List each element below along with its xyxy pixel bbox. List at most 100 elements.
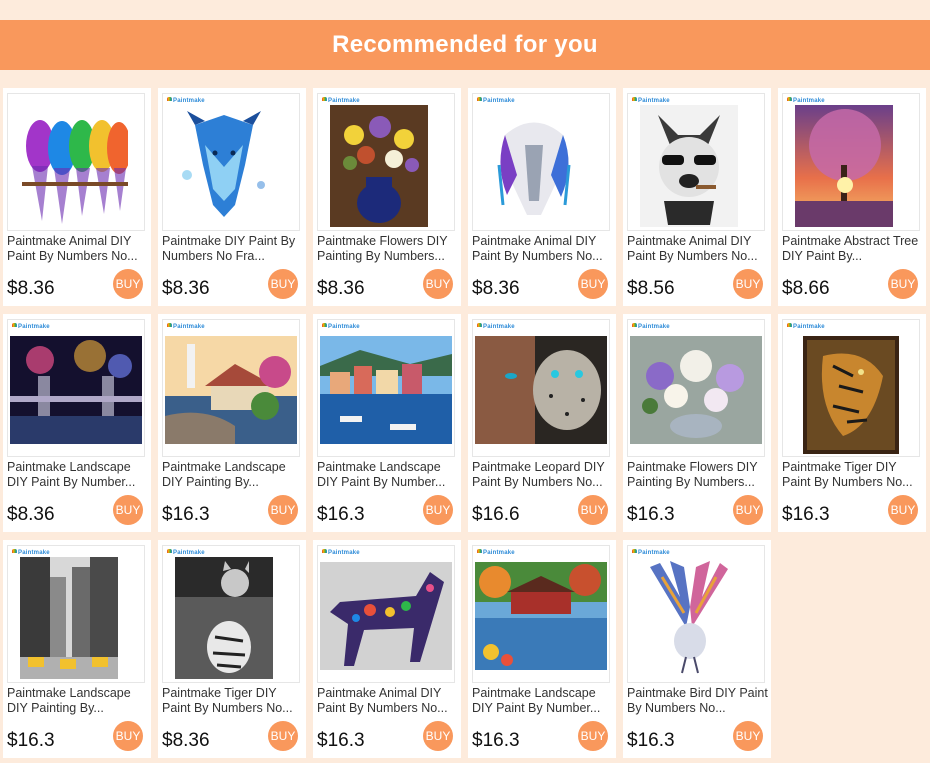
buy-button[interactable]: BUY (113, 495, 143, 525)
brand-logo: Paintmake (322, 97, 360, 104)
product-title[interactable]: Paintmake Landscape DIY Painting By... (7, 686, 148, 716)
product-card[interactable]: Paintmake Paintmake Flowers DIY Painting… (623, 314, 771, 532)
product-title[interactable]: Paintmake Abstract Tree DIY Paint By... (782, 234, 923, 264)
product-card[interactable]: Paintmake Paintmake Landscape DIY Paint … (468, 540, 616, 758)
product-card[interactable]: Paintmake Paintmake DIY Paint By Numbers… (158, 88, 306, 306)
horse-painting (485, 105, 583, 227)
product-title[interactable]: Paintmake Flowers DIY Painting By Number… (317, 234, 458, 264)
buy-button[interactable]: BUY (733, 721, 763, 751)
brand-logo: Paintmake (477, 97, 515, 104)
product-image[interactable]: Paintmake (472, 319, 610, 457)
brand-logo: Paintmake (477, 323, 515, 330)
product-image[interactable]: Paintmake (472, 545, 610, 683)
product-card[interactable]: Paintmake Paintmake Abstract Tree DIY Pa… (778, 88, 926, 306)
product-image[interactable]: Paintmake (782, 319, 920, 457)
product-image[interactable]: Paintmake (627, 545, 765, 683)
buy-button[interactable]: BUY (268, 495, 298, 525)
product-card[interactable]: Paintmake Paintmake Landscape DIY Painti… (158, 314, 306, 532)
buy-button[interactable]: BUY (578, 721, 608, 751)
brand-logo: Paintmake (632, 323, 670, 330)
product-title[interactable]: Paintmake Bird DIY Paint By Numbers No..… (627, 686, 768, 716)
product-title[interactable]: Paintmake Landscape DIY Paint By Number.… (472, 686, 613, 716)
product-card[interactable]: Paintmake Paintmake Animal DIY Paint By … (313, 540, 461, 758)
product-title[interactable]: Paintmake Leopard DIY Paint By Numbers N… (472, 460, 613, 490)
brand-logo: Paintmake (632, 97, 670, 104)
product-card[interactable]: Paintmake Paintmake Landscape DIY Paint … (3, 314, 151, 532)
brand-logo: Paintmake (167, 549, 205, 556)
floral-dog-painting (320, 562, 452, 670)
product-image[interactable]: Paintmake (162, 93, 300, 231)
product-image[interactable] (7, 93, 145, 231)
product-image[interactable]: Paintmake (7, 545, 145, 683)
buy-button[interactable]: BUY (423, 269, 453, 299)
product-image[interactable]: Paintmake (317, 93, 455, 231)
product-card[interactable]: Paintmake Paintmake Flowers DIY Painting… (313, 88, 461, 306)
product-price: $16.6 (472, 504, 520, 525)
product-image[interactable]: Paintmake (162, 319, 300, 457)
product-card[interactable]: Paintmake Paintmake Animal DIY Paint By … (468, 88, 616, 306)
product-card[interactable]: Paintmake Animal DIY Paint By Numbers No… (3, 88, 151, 306)
buy-button[interactable]: BUY (268, 721, 298, 751)
product-card[interactable]: Paintmake Paintmake Leopard DIY Paint By… (468, 314, 616, 532)
parrots-painting (22, 96, 128, 226)
buy-button[interactable]: BUY (578, 495, 608, 525)
product-title[interactable]: Paintmake Animal DIY Paint By Numbers No… (7, 234, 148, 264)
product-card[interactable]: Paintmake Paintmake Landscape DIY Painti… (3, 540, 151, 758)
product-title[interactable]: Paintmake DIY Paint By Numbers No Fra... (162, 234, 303, 264)
flowers-vase-painting (330, 105, 428, 227)
white-flowers-painting (630, 336, 762, 444)
product-title[interactable]: Paintmake Animal DIY Paint By Numbers No… (317, 686, 458, 716)
harbor-village-painting (320, 336, 452, 444)
buy-button[interactable]: BUY (423, 495, 453, 525)
product-card[interactable]: Paintmake Paintmake Animal DIY Paint By … (623, 88, 771, 306)
brand-logo: Paintmake (167, 97, 205, 104)
product-image[interactable]: Paintmake (627, 93, 765, 231)
cat-tiger-reflection-painting (175, 557, 273, 679)
product-image[interactable]: Paintmake (162, 545, 300, 683)
product-title[interactable]: Paintmake Landscape DIY Paint By Number.… (317, 460, 458, 490)
product-card[interactable]: Paintmake Paintmake Landscape DIY Paint … (313, 314, 461, 532)
product-image[interactable]: Paintmake (627, 319, 765, 457)
product-price: $8.36 (317, 278, 365, 299)
product-price: $16.3 (472, 730, 520, 751)
product-card[interactable]: Paintmake Paintmake Tiger DIY Paint By N… (158, 540, 306, 758)
bird-painting (640, 557, 738, 679)
product-title[interactable]: Paintmake Tiger DIY Paint By Numbers No.… (782, 460, 923, 490)
buy-button[interactable]: BUY (888, 495, 918, 525)
buy-button[interactable]: BUY (423, 721, 453, 751)
tower-bridge-fireworks-painting (10, 336, 142, 444)
buy-button[interactable]: BUY (733, 495, 763, 525)
brand-logo: Paintmake (787, 97, 825, 104)
product-image[interactable]: Paintmake (782, 93, 920, 231)
wolf-painting (175, 105, 273, 227)
buy-button[interactable]: BUY (113, 269, 143, 299)
product-image[interactable]: Paintmake (317, 545, 455, 683)
buy-button[interactable]: BUY (888, 269, 918, 299)
product-title[interactable]: Paintmake Animal DIY Paint By Numbers No… (472, 234, 613, 264)
buy-button[interactable]: BUY (113, 721, 143, 751)
product-price: $8.36 (7, 504, 55, 525)
product-price: $8.36 (162, 278, 210, 299)
bulldog-painting (640, 105, 738, 227)
product-price: $16.3 (782, 504, 830, 525)
product-price: $8.36 (162, 730, 210, 751)
buy-button[interactable]: BUY (268, 269, 298, 299)
brand-logo: Paintmake (632, 549, 670, 556)
brand-logo: Paintmake (322, 549, 360, 556)
product-title[interactable]: Paintmake Landscape DIY Paint By Number.… (7, 460, 148, 490)
buy-button[interactable]: BUY (578, 269, 608, 299)
product-title[interactable]: Paintmake Landscape DIY Painting By... (162, 460, 303, 490)
product-card[interactable]: Paintmake Paintmake Bird DIY Paint By Nu… (623, 540, 771, 758)
product-title[interactable]: Paintmake Animal DIY Paint By Numbers No… (627, 234, 768, 264)
brand-logo: Paintmake (167, 323, 205, 330)
product-card[interactable]: Paintmake Paintmake Tiger DIY Paint By N… (778, 314, 926, 532)
product-price: $16.3 (317, 730, 365, 751)
city-street-painting (20, 557, 118, 679)
covered-bridge-painting (475, 562, 607, 670)
product-image[interactable]: Paintmake (472, 93, 610, 231)
product-image[interactable]: Paintmake (317, 319, 455, 457)
buy-button[interactable]: BUY (733, 269, 763, 299)
product-title[interactable]: Paintmake Flowers DIY Painting By Number… (627, 460, 768, 490)
product-title[interactable]: Paintmake Tiger DIY Paint By Numbers No.… (162, 686, 303, 716)
product-image[interactable]: Paintmake (7, 319, 145, 457)
